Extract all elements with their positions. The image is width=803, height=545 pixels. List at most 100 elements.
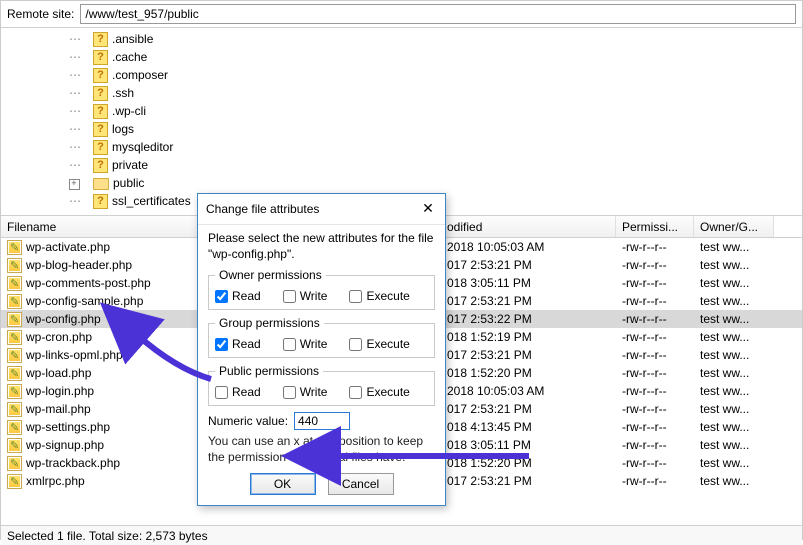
dialog-hint: You can use an x at any position to keep… xyxy=(208,434,435,465)
tree-item[interactable]: ⋯?.wp-cli xyxy=(61,102,802,120)
close-icon[interactable]: ✕ xyxy=(419,200,437,218)
unknown-icon: ? xyxy=(93,104,108,119)
file-modified: 018 1:52:19 PM xyxy=(441,330,616,344)
tree-item-label: logs xyxy=(112,122,134,136)
php-file-icon xyxy=(7,420,22,435)
file-permissions: -rw-r--r-- xyxy=(616,276,694,290)
public-write-checkbox[interactable] xyxy=(283,386,296,399)
group-exec[interactable]: Execute xyxy=(349,337,409,351)
unknown-icon: ? xyxy=(93,50,108,65)
tree-item[interactable]: ⋯?.ansible xyxy=(61,30,802,48)
file-permissions: -rw-r--r-- xyxy=(616,240,694,254)
numeric-value-input[interactable] xyxy=(294,412,350,430)
cancel-button[interactable]: Cancel xyxy=(328,473,394,495)
tree-item-label: .ssh xyxy=(112,86,134,100)
public-read[interactable]: Read xyxy=(215,385,261,399)
file-modified: 017 2:53:21 PM xyxy=(441,258,616,272)
col-modified[interactable]: odified xyxy=(441,216,616,237)
col-filename[interactable]: Filename xyxy=(1,216,211,237)
tree-item[interactable]: ⋯?.composer xyxy=(61,66,802,84)
file-permissions: -rw-r--r-- xyxy=(616,438,694,452)
tree-item-label: .composer xyxy=(112,68,168,82)
file-owner: test ww... xyxy=(694,366,774,380)
file-modified: 2018 10:05:03 AM xyxy=(441,240,616,254)
file-permissions: -rw-r--r-- xyxy=(616,402,694,416)
folder-icon xyxy=(93,178,109,190)
file-permissions: -rw-r--r-- xyxy=(616,258,694,272)
file-name: wp-signup.php xyxy=(26,438,104,452)
public-permissions-group: Public permissions Read Write Execute xyxy=(208,364,435,406)
owner-read[interactable]: Read xyxy=(215,289,261,303)
tree-item[interactable]: ⋯?.ssh xyxy=(61,84,802,102)
remote-site-bar: Remote site: xyxy=(1,1,802,28)
status-bar: Selected 1 file. Total size: 2,573 bytes xyxy=(1,525,802,545)
group-read[interactable]: Read xyxy=(215,337,261,351)
file-permissions: -rw-r--r-- xyxy=(616,474,694,488)
col-permissions[interactable]: Permissi... xyxy=(616,216,694,237)
php-file-icon xyxy=(7,276,22,291)
numeric-label: Numeric value: xyxy=(208,414,288,428)
tree-item[interactable]: ⋯?private xyxy=(61,156,802,174)
php-file-icon xyxy=(7,240,22,255)
owner-legend: Owner permissions xyxy=(215,268,326,282)
tree-item-label: public xyxy=(113,176,144,190)
file-permissions: -rw-r--r-- xyxy=(616,420,694,434)
tree-item-label: private xyxy=(112,158,148,172)
file-owner: test ww... xyxy=(694,474,774,488)
file-modified: 017 2:53:21 PM xyxy=(441,348,616,362)
file-name: wp-config.php xyxy=(26,312,101,326)
public-exec[interactable]: Execute xyxy=(349,385,409,399)
owner-exec[interactable]: Execute xyxy=(349,289,409,303)
group-write[interactable]: Write xyxy=(283,337,328,351)
public-exec-checkbox[interactable] xyxy=(349,386,362,399)
owner-write-checkbox[interactable] xyxy=(283,290,296,303)
remote-tree[interactable]: ⋯?.ansible⋯?.cache⋯?.composer⋯?.ssh⋯?.wp… xyxy=(1,28,802,216)
file-owner: test ww... xyxy=(694,312,774,326)
file-modified: 017 2:53:21 PM xyxy=(441,474,616,488)
file-owner: test ww... xyxy=(694,330,774,344)
file-owner: test ww... xyxy=(694,402,774,416)
tree-item-label: .wp-cli xyxy=(112,104,146,118)
public-write[interactable]: Write xyxy=(283,385,328,399)
tree-item-label: mysqleditor xyxy=(112,140,173,154)
unknown-icon: ? xyxy=(93,140,108,155)
group-write-checkbox[interactable] xyxy=(283,338,296,351)
file-permissions: -rw-r--r-- xyxy=(616,384,694,398)
group-exec-checkbox[interactable] xyxy=(349,338,362,351)
file-name: wp-config-sample.php xyxy=(26,294,143,308)
file-name: wp-links-opml.php xyxy=(26,348,123,362)
file-permissions: -rw-r--r-- xyxy=(616,456,694,470)
remote-path-input[interactable] xyxy=(80,4,796,24)
expand-icon[interactable]: + xyxy=(69,179,80,190)
owner-exec-checkbox[interactable] xyxy=(349,290,362,303)
dialog-intro: Please select the new attributes for the… xyxy=(208,231,435,262)
owner-read-checkbox[interactable] xyxy=(215,290,228,303)
ok-button[interactable]: OK xyxy=(250,473,316,495)
file-modified: 017 2:53:21 PM xyxy=(441,294,616,308)
tree-item[interactable]: + public xyxy=(61,174,802,192)
php-file-icon xyxy=(7,456,22,471)
file-modified: 018 3:05:11 PM xyxy=(441,438,616,452)
group-legend: Group permissions xyxy=(215,316,324,330)
php-file-icon xyxy=(7,294,22,309)
dialog-titlebar[interactable]: Change file attributes ✕ xyxy=(198,194,445,225)
tree-item[interactable]: ⋯?mysqleditor xyxy=(61,138,802,156)
file-name: wp-activate.php xyxy=(26,240,110,254)
file-modified: 018 4:13:45 PM xyxy=(441,420,616,434)
php-file-icon xyxy=(7,366,22,381)
php-file-icon xyxy=(7,384,22,399)
file-modified: 018 1:52:20 PM xyxy=(441,366,616,380)
tree-item[interactable]: ⋯?logs xyxy=(61,120,802,138)
change-attributes-dialog: Change file attributes ✕ Please select t… xyxy=(197,193,446,506)
unknown-icon: ? xyxy=(93,158,108,173)
php-file-icon xyxy=(7,438,22,453)
col-owner[interactable]: Owner/G... xyxy=(694,216,774,237)
tree-item[interactable]: ⋯?.cache xyxy=(61,48,802,66)
public-read-checkbox[interactable] xyxy=(215,386,228,399)
file-modified: 018 3:05:11 PM xyxy=(441,276,616,290)
group-read-checkbox[interactable] xyxy=(215,338,228,351)
php-file-icon xyxy=(7,402,22,417)
file-name: wp-blog-header.php xyxy=(26,258,132,272)
owner-permissions-group: Owner permissions Read Write Execute xyxy=(208,268,435,310)
owner-write[interactable]: Write xyxy=(283,289,328,303)
